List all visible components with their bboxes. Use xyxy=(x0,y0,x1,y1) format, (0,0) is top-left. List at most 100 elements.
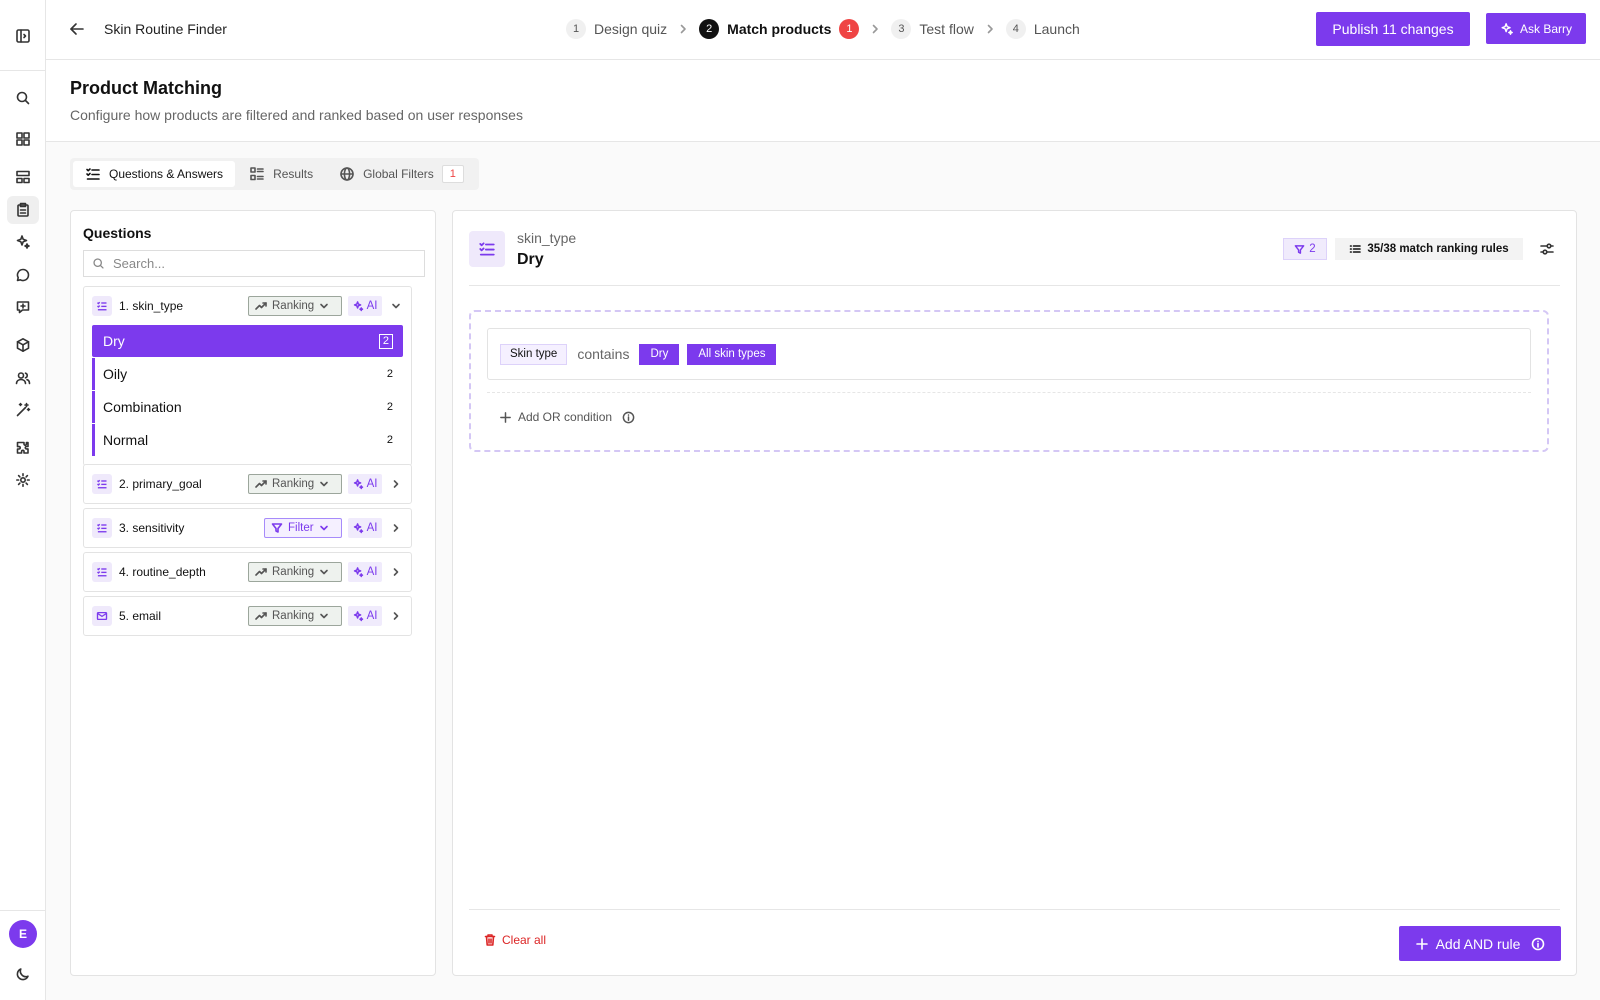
question-card: 5. email Ranking AI xyxy=(83,596,412,636)
tab-questions-answers[interactable]: Questions & Answers xyxy=(73,161,236,187)
layout-icon[interactable] xyxy=(7,163,39,191)
ai-label: AI xyxy=(366,522,378,534)
filter-count-badge: 1 xyxy=(441,165,464,183)
chevron-down-icon xyxy=(319,301,329,311)
add-and-rule-button[interactable]: Add AND rule xyxy=(1399,926,1561,961)
list-check-icon xyxy=(469,231,505,267)
moon-icon[interactable] xyxy=(15,966,31,982)
step-launch[interactable]: 4 Launch xyxy=(1005,19,1080,39)
rule-editor-panel: skin_type Dry 2 35/38 match ranking rule… xyxy=(452,210,1577,976)
info-icon xyxy=(1532,937,1545,950)
question-header[interactable]: 1. skin_type Ranking AI xyxy=(84,287,411,325)
question-card: 1. skin_type Ranking AI Dry 2 Oily 2 Com… xyxy=(83,286,412,466)
message-plus-icon[interactable] xyxy=(7,293,39,321)
condition-operator[interactable]: contains xyxy=(577,346,629,362)
mode-select[interactable]: Ranking xyxy=(248,606,342,626)
question-header[interactable]: 3. sensitivity Filter AI xyxy=(84,509,411,547)
chevron-down-icon xyxy=(319,523,329,533)
top-header: Skin Routine Finder 1 Design quiz 2 Matc… xyxy=(46,0,1600,60)
mode-select[interactable]: Ranking xyxy=(248,474,342,494)
mode-label: Filter xyxy=(288,522,314,534)
cube-icon[interactable] xyxy=(7,331,39,359)
ranking-rules-label: 35/38 match ranking rules xyxy=(1367,243,1509,255)
question-label: 5. email xyxy=(119,609,162,623)
mode-label: Ranking xyxy=(272,610,315,622)
questions-heading: Questions xyxy=(83,225,152,241)
question-header[interactable]: 5. email Ranking AI xyxy=(84,597,411,635)
question-label: 4. routine_depth xyxy=(119,565,206,579)
ai-toggle[interactable]: AI xyxy=(348,606,382,626)
question-header[interactable]: 2. primary_goal Ranking AI xyxy=(84,465,411,503)
answer-item-dry[interactable]: Dry 2 xyxy=(92,325,403,357)
ai-toggle[interactable]: AI xyxy=(348,562,382,582)
step-error-badge: 1 xyxy=(839,19,860,39)
sparkles-icon[interactable] xyxy=(7,228,39,256)
sliders-icon[interactable] xyxy=(1539,241,1555,257)
answer-item-combination[interactable]: Combination 2 xyxy=(92,391,403,423)
ai-toggle[interactable]: AI xyxy=(348,518,382,538)
ai-toggle[interactable]: AI xyxy=(348,296,382,316)
ai-label: AI xyxy=(366,300,378,312)
answer-item-normal[interactable]: Normal 2 xyxy=(92,424,403,456)
trending-up-icon xyxy=(255,568,267,576)
add-or-condition-button[interactable]: Add OR condition xyxy=(499,410,635,424)
mode-label: Ranking xyxy=(272,478,315,490)
sidebar-toggle-icon[interactable] xyxy=(15,28,31,44)
condition-field[interactable]: Skin type xyxy=(500,343,568,365)
globe-icon xyxy=(339,166,355,182)
ai-label: AI xyxy=(366,610,378,622)
chevron-down-icon[interactable] xyxy=(390,300,402,312)
sparkles-icon xyxy=(353,566,363,577)
list-check-icon xyxy=(92,518,112,538)
questions-panel: Questions 1. skin_type Ranking AI xyxy=(70,210,436,976)
mail-icon xyxy=(92,606,112,626)
list-grid-icon xyxy=(249,166,265,182)
clipboard-icon[interactable] xyxy=(7,196,39,224)
dashboard-icon[interactable] xyxy=(7,125,39,153)
ai-toggle[interactable]: AI xyxy=(348,474,382,494)
rail-divider xyxy=(0,910,46,911)
question-header[interactable]: 4. routine_depth Ranking AI xyxy=(84,553,411,591)
or-condition-group: Skin type contains Dry All skin types Ad… xyxy=(469,310,1549,452)
step-match-products[interactable]: 2 Match products 1 xyxy=(699,19,860,39)
sparkles-icon xyxy=(1500,22,1514,36)
step-label: Match products xyxy=(727,21,832,37)
chevron-right-icon[interactable] xyxy=(390,610,402,622)
chevron-down-icon xyxy=(319,479,329,489)
chat-icon[interactable] xyxy=(7,261,39,289)
tab-global-filters[interactable]: Global Filters 1 xyxy=(327,161,476,187)
ask-barry-button[interactable]: Ask Barry xyxy=(1486,13,1586,44)
step-design-quiz[interactable]: 1 Design quiz xyxy=(566,19,667,39)
tab-results[interactable]: Results xyxy=(237,161,325,187)
chevron-right-icon[interactable] xyxy=(390,566,402,578)
search-icon[interactable] xyxy=(7,84,39,112)
publish-button[interactable]: Publish 11 changes xyxy=(1316,12,1470,46)
condition-value-chip[interactable]: Dry xyxy=(639,343,680,365)
mode-select[interactable]: Ranking xyxy=(248,562,342,582)
filter-count-badge[interactable]: 2 xyxy=(1283,238,1327,260)
list-check-icon xyxy=(92,562,112,582)
ranking-rules-badge[interactable]: 35/38 match ranking rules xyxy=(1335,238,1523,260)
answer-item-oily[interactable]: Oily 2 xyxy=(92,358,403,390)
answer-label: Dry xyxy=(103,333,125,349)
trash-icon xyxy=(484,934,496,946)
chevron-right-icon xyxy=(984,23,996,35)
chevron-right-icon[interactable] xyxy=(390,522,402,534)
back-arrow-icon[interactable] xyxy=(68,20,86,38)
mode-select[interactable]: Ranking xyxy=(248,296,342,316)
magic-wand-icon[interactable] xyxy=(7,396,39,424)
step-test-flow[interactable]: 3 Test flow xyxy=(891,19,974,39)
puzzle-icon[interactable] xyxy=(7,434,39,462)
chevron-right-icon[interactable] xyxy=(390,478,402,490)
avatar[interactable]: E xyxy=(9,920,37,948)
users-icon[interactable] xyxy=(7,364,39,392)
trending-up-icon xyxy=(255,480,267,488)
clear-all-button[interactable]: Clear all xyxy=(483,933,546,947)
list-check-icon xyxy=(85,166,101,182)
search-input[interactable] xyxy=(113,256,413,271)
gear-icon[interactable] xyxy=(7,466,39,494)
search-icon xyxy=(92,257,105,270)
condition-value-chip[interactable]: All skin types xyxy=(687,343,777,365)
mode-select[interactable]: Filter xyxy=(264,518,342,538)
answer-rule-count: 2 xyxy=(386,368,393,380)
